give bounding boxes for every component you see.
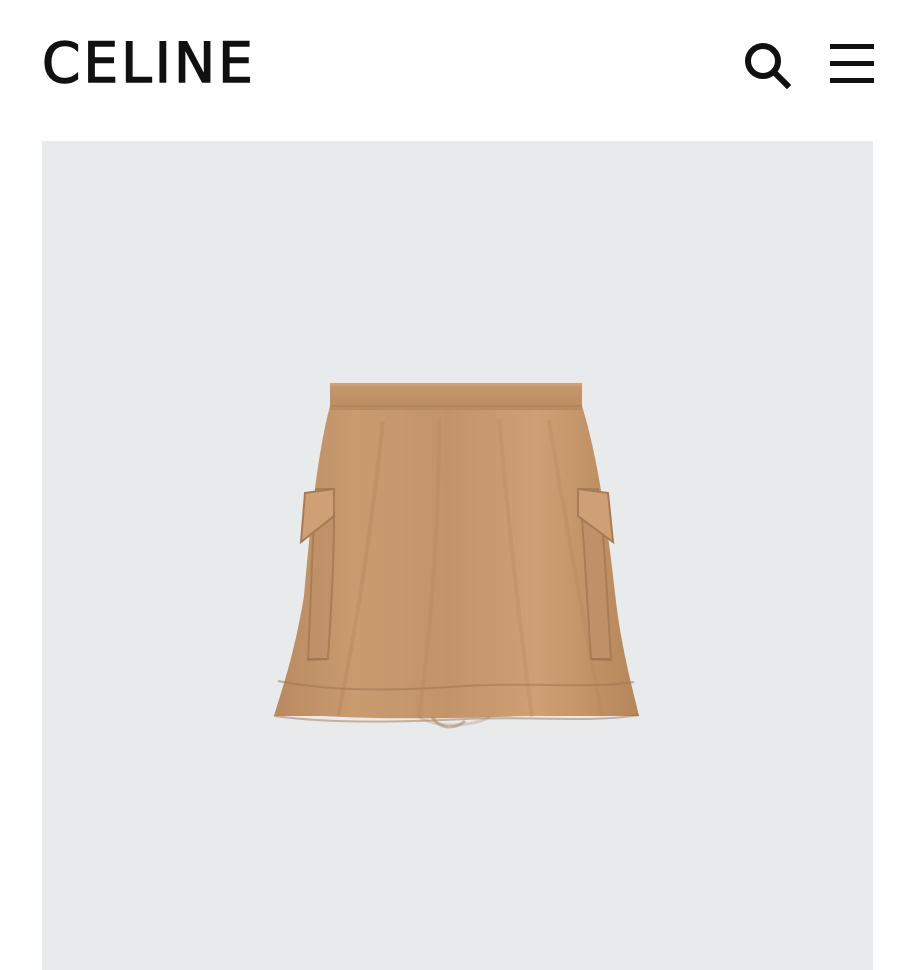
menu-button[interactable] [826, 40, 878, 88]
search-button[interactable] [740, 38, 792, 90]
search-icon [745, 43, 792, 90]
skirt-product-image [273, 383, 640, 729]
brand-logo[interactable]: CELINE [41, 30, 256, 96]
skirt-body [273, 383, 640, 729]
site-header: CELINE [0, 0, 916, 130]
hamburger-menu-icon [830, 44, 874, 83]
product-image-panel[interactable] [42, 141, 873, 970]
